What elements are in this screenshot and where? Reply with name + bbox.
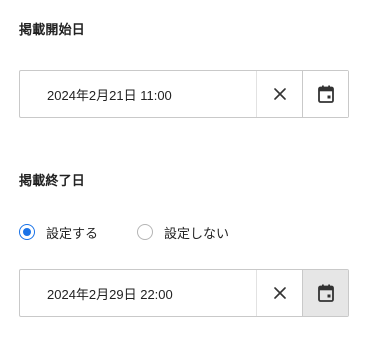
end-calendar-button[interactable]: [302, 270, 348, 316]
start-clear-button[interactable]: [256, 71, 302, 117]
end-datetime-field[interactable]: 2024年2月29日 22:00: [19, 269, 349, 317]
radio-checked-icon[interactable]: [19, 224, 35, 240]
start-calendar-button[interactable]: [302, 71, 348, 117]
end-clear-button[interactable]: [256, 270, 302, 316]
end-date-radio-group: 設定する 設定しない: [19, 222, 229, 242]
radio-option-unset[interactable]: 設定しない: [137, 223, 229, 242]
close-icon: [273, 287, 286, 299]
start-date-label: 掲載開始日: [19, 23, 86, 38]
radio-label-set: 設定する: [46, 226, 99, 242]
calendar-icon: [317, 284, 334, 302]
radio-dot: [23, 228, 31, 236]
start-datetime-field[interactable]: 2024年2月21日 11:00: [19, 70, 349, 118]
end-date-label: 掲載終了日: [19, 174, 86, 189]
radio-unchecked-icon[interactable]: [137, 224, 154, 240]
start-datetime-value[interactable]: 2024年2月21日 11:00: [20, 71, 256, 117]
radio-label-unset: 設定しない: [164, 226, 230, 242]
close-icon: [273, 88, 286, 100]
end-datetime-value[interactable]: 2024年2月29日 22:00: [20, 270, 256, 316]
radio-option-set[interactable]: 設定する: [19, 223, 98, 242]
calendar-icon: [317, 85, 334, 103]
